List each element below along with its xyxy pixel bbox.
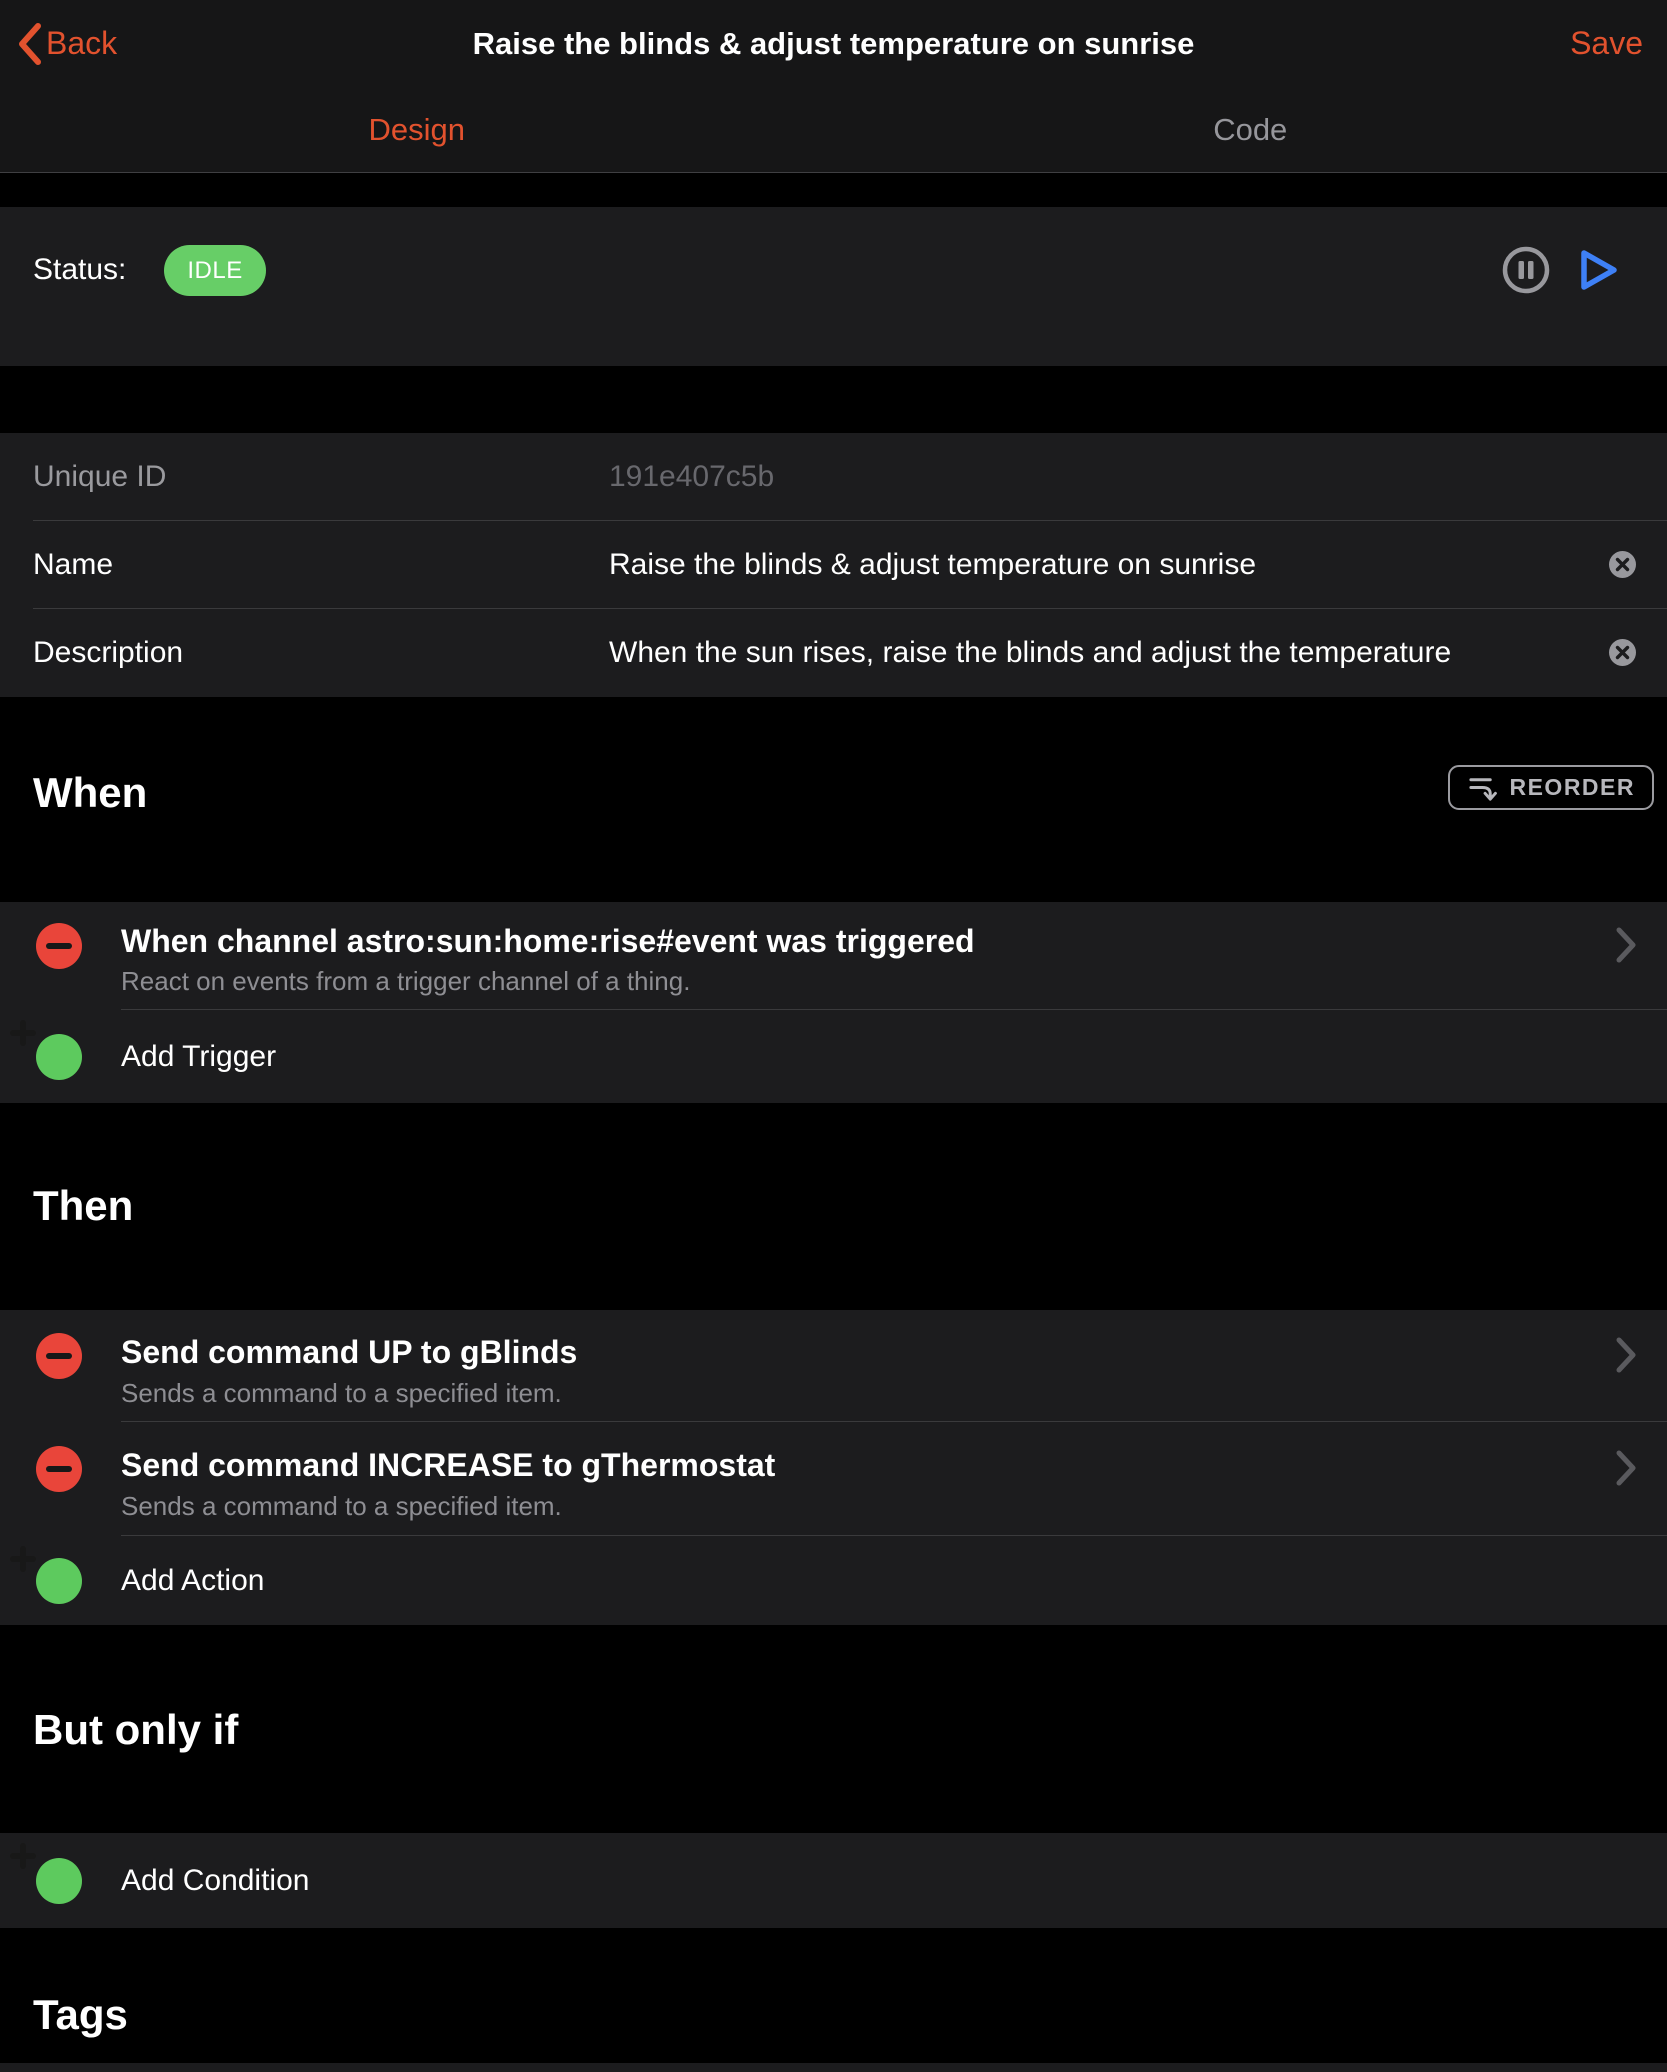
rule-details-list: Unique ID 191e407c5b Name Raise the blin… <box>0 433 1667 697</box>
run-button[interactable] <box>1576 245 1622 295</box>
spacer <box>0 173 1667 207</box>
status-section: Status: IDLE <box>0 207 1667 366</box>
add-action-label: Add Action <box>121 1564 264 1598</box>
action-title: Send command INCREASE to gThermostat <box>121 1447 775 1484</box>
when-heading: When <box>33 769 147 817</box>
add-trigger-label: Add Trigger <box>121 1040 276 1074</box>
conditions-list: Add Condition <box>0 1833 1667 1928</box>
chevron-right-icon <box>1615 926 1637 964</box>
back-button[interactable]: Back <box>18 0 117 87</box>
name-clear-button[interactable] <box>1609 551 1636 578</box>
then-header: Then <box>0 1103 1667 1310</box>
back-chevron-icon <box>18 23 42 65</box>
play-icon <box>1576 245 1622 295</box>
add-icon <box>36 1558 82 1604</box>
action-row[interactable]: Send command UP to gBlinds Sends a comma… <box>0 1310 1667 1422</box>
name-field[interactable]: Raise the blinds & adjust temperature on… <box>609 548 1592 582</box>
page-title: Raise the blinds & adjust temperature on… <box>473 26 1195 62</box>
tab-bar: Design Code <box>0 87 1667 172</box>
tags-heading: Tags <box>33 1991 128 2039</box>
remove-action-button[interactable] <box>36 1333 82 1379</box>
save-button[interactable]: Save <box>1570 0 1643 87</box>
action-subtitle: Sends a command to a specified item. <box>121 1378 562 1409</box>
description-label: Description <box>33 636 183 670</box>
action-row[interactable]: Send command INCREASE to gThermostat Sen… <box>0 1422 1667 1536</box>
name-label: Name <box>33 548 113 582</box>
chevron-right-icon <box>1615 1449 1637 1487</box>
but-only-if-heading: But only if <box>33 1706 238 1754</box>
action-title: Send command UP to gBlinds <box>121 1334 577 1371</box>
trigger-row[interactable]: When channel astro:sun:home:rise#event w… <box>0 902 1667 1010</box>
remove-action-button[interactable] <box>36 1446 82 1492</box>
tab-code[interactable]: Code <box>834 87 1667 172</box>
add-icon <box>36 1858 82 1904</box>
reorder-button[interactable]: REORDER <box>1448 765 1654 810</box>
unique-id-label: Unique ID <box>33 460 166 494</box>
unique-id-row: Unique ID 191e407c5b <box>0 433 1667 521</box>
name-row: Name Raise the blinds & adjust temperatu… <box>0 521 1667 609</box>
navigation-bar: Back Raise the blinds & adjust temperatu… <box>0 0 1667 173</box>
reorder-icon <box>1467 772 1498 803</box>
description-clear-button[interactable] <box>1609 639 1636 666</box>
status-badge: IDLE <box>164 245 265 296</box>
but-only-if-header: But only if <box>0 1625 1667 1833</box>
trigger-title: When channel astro:sun:home:rise#event w… <box>121 923 975 960</box>
remove-trigger-button[interactable] <box>36 923 82 969</box>
back-label: Back <box>46 25 117 62</box>
triggers-list: When channel astro:sun:home:rise#event w… <box>0 902 1667 1103</box>
actions-list: Send command UP to gBlinds Sends a comma… <box>0 1310 1667 1625</box>
action-subtitle: Sends a command to a specified item. <box>121 1491 562 1522</box>
pause-icon <box>1501 245 1551 295</box>
description-field[interactable]: When the sun rises, raise the blinds and… <box>609 636 1592 670</box>
description-row: Description When the sun rises, raise th… <box>0 609 1667 697</box>
pause-button[interactable] <box>1501 245 1551 295</box>
trigger-subtitle: React on events from a trigger channel o… <box>121 966 690 997</box>
add-condition-button[interactable]: Add Condition <box>0 1833 1667 1928</box>
then-heading: Then <box>33 1182 133 1230</box>
tags-header: Tags <box>0 1928 1667 2063</box>
spacer <box>0 366 1667 433</box>
clear-icon <box>1609 551 1636 578</box>
add-trigger-button[interactable]: Add Trigger <box>0 1010 1667 1103</box>
add-icon <box>36 1034 82 1080</box>
reorder-label: REORDER <box>1509 774 1635 801</box>
add-action-button[interactable]: Add Action <box>0 1536 1667 1625</box>
tags-list-partial <box>0 2063 1667 2072</box>
when-header: When REORDER <box>0 697 1667 902</box>
add-condition-label: Add Condition <box>121 1864 309 1898</box>
save-label: Save <box>1570 25 1643 62</box>
chevron-right-icon <box>1615 1336 1637 1374</box>
clear-icon <box>1609 639 1636 666</box>
status-label: Status: <box>33 253 126 287</box>
tab-design[interactable]: Design <box>0 87 834 172</box>
unique-id-value: 191e407c5b <box>609 460 1592 494</box>
